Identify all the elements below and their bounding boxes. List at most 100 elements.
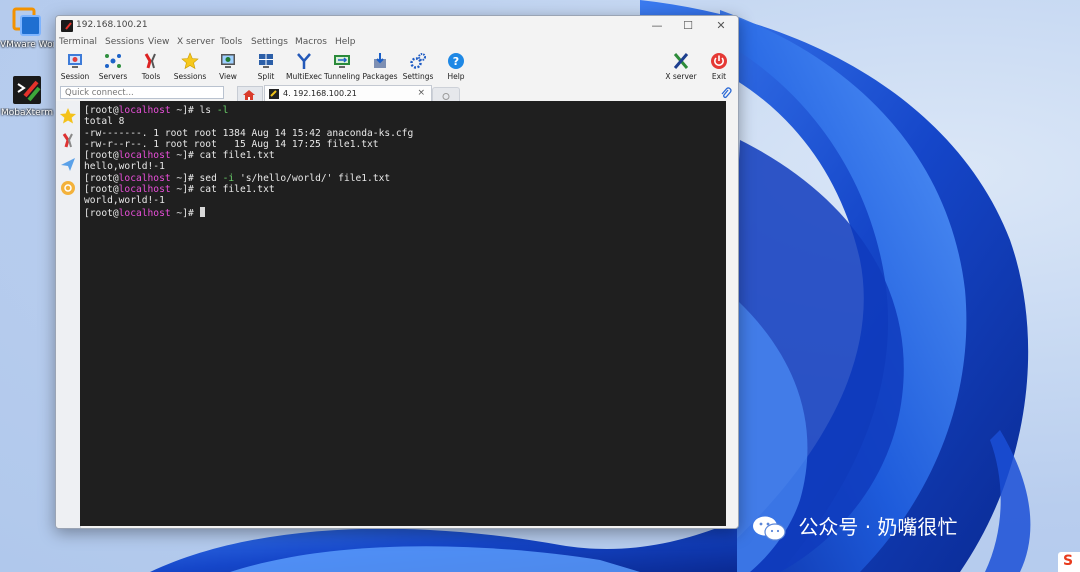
terminal-prompt-line: [root@localhost ~]# cat file1.txt	[84, 150, 726, 161]
desktop-icon-label: VMware Workstati...	[0, 40, 54, 50]
new-tab-button[interactable]	[432, 87, 460, 101]
split-icon	[257, 52, 275, 70]
command-text: cat file1.txt	[199, 150, 275, 162]
tab-close-icon[interactable]: ×	[417, 88, 425, 98]
split-button[interactable]: Split	[246, 52, 286, 81]
toolbar: Session Servers Tools Sessions View Spli…	[56, 52, 738, 84]
help-button[interactable]: ? Help	[436, 52, 476, 81]
tools-button[interactable]: Tools	[131, 52, 171, 81]
terminal-scrollbar[interactable]	[726, 101, 738, 528]
title-bar[interactable]: 192.168.100.21 — ☐ ✕	[56, 16, 738, 36]
tool-label: Tunneling	[324, 72, 360, 81]
command-text: 's/hello/world/' file1.txt	[234, 172, 391, 184]
vmware-icon	[11, 6, 43, 38]
svg-text:?: ?	[453, 55, 459, 68]
tool-label: Sessions	[173, 72, 207, 81]
output-text: -rw-r--r--. 1 root root 15 Aug 14 17:25 …	[84, 138, 379, 150]
output-text: total 8	[84, 116, 125, 128]
tab-bar: Quick connect... 4. 192.168.100.21 ×	[56, 85, 738, 102]
terminal-prompt-line: [root@localhost ~]# cat file1.txt	[84, 184, 726, 195]
servers-button[interactable]: Servers	[93, 52, 133, 81]
multiexec-icon	[295, 52, 313, 70]
tool-label: Servers	[98, 72, 128, 81]
close-button[interactable]: ✕	[706, 18, 736, 34]
tool-label: X server	[665, 72, 697, 81]
ime-badge-label: S	[1063, 553, 1074, 569]
menu-macros[interactable]: Macros	[295, 37, 327, 47]
terminal-tab-icon	[269, 89, 279, 99]
menu-bar: Terminal Sessions View X server Tools Se…	[56, 37, 738, 50]
tunneling-button[interactable]: Tunneling	[322, 52, 362, 81]
servers-icon	[104, 52, 122, 70]
minimize-button[interactable]: —	[642, 18, 672, 34]
prompt-host: localhost	[118, 105, 171, 116]
tool-label: MultiExec	[285, 72, 323, 81]
tool-label: Packages	[362, 72, 398, 81]
sidebar-tools-icon[interactable]	[59, 131, 77, 149]
tool-label: Session	[60, 72, 90, 81]
tools-icon	[142, 52, 160, 70]
desktop-icon-vmware[interactable]: VMware Workstati...	[0, 6, 54, 50]
desktop-icon-label: MobaXterm	[0, 108, 54, 118]
home-tab[interactable]	[237, 86, 263, 101]
command-text: ls	[199, 105, 217, 116]
menu-sessions[interactable]: Sessions	[105, 37, 144, 47]
tool-label: Split	[257, 72, 275, 81]
terminal-output[interactable]: [root@localhost ~]# ls -l total 8 -rw-----…	[80, 101, 726, 526]
watermark-text: 公众号 · 奶嘴很忙	[798, 515, 958, 539]
prompt-host: localhost	[118, 207, 171, 219]
sidebar-sessions-star-icon[interactable]	[59, 107, 77, 125]
x-server-button[interactable]: X server	[661, 52, 701, 81]
view-icon	[219, 52, 237, 70]
tool-label: Help	[447, 72, 465, 81]
multiexec-button[interactable]: MultiExec	[284, 52, 324, 81]
menu-help[interactable]: Help	[335, 37, 356, 47]
menu-terminal[interactable]: Terminal	[59, 37, 97, 47]
session-button[interactable]: Session	[56, 52, 95, 81]
menu-tools[interactable]: Tools	[220, 37, 242, 47]
packages-button[interactable]: Packages	[360, 52, 400, 81]
power-icon	[710, 52, 728, 70]
prompt-host: localhost	[118, 172, 171, 184]
terminal-output-line: world,world!-1	[84, 195, 726, 206]
maximize-button[interactable]: ☐	[673, 18, 703, 34]
menu-x-server[interactable]: X server	[177, 37, 215, 47]
sidebar	[56, 101, 81, 528]
tab-session[interactable]: 4. 192.168.100.21 ×	[264, 85, 432, 102]
quick-connect-input[interactable]: Quick connect...	[60, 86, 224, 99]
terminal-output-line: total 8	[84, 116, 726, 127]
desktop-icon-mobaxterm[interactable]: MobaXterm	[0, 74, 54, 118]
prompt-suffix: ~]#	[170, 105, 200, 116]
help-icon: ?	[447, 52, 465, 70]
output-text: world,world!-1	[84, 195, 165, 207]
menu-view[interactable]: View	[148, 37, 169, 47]
prompt-user: [root@	[84, 105, 119, 116]
session-icon	[66, 52, 84, 70]
prompt-suffix: ~]#	[170, 172, 200, 184]
sidebar-macros-icon[interactable]	[59, 179, 77, 197]
output-text: -rw-------. 1 root root 1384 Aug 14 15:4…	[84, 127, 414, 139]
tunneling-icon	[333, 52, 351, 70]
exit-button[interactable]: Exit	[699, 52, 738, 81]
home-icon	[243, 90, 255, 100]
terminal-output-line: -rw-------. 1 root root 1384 Aug 14 15:4…	[84, 128, 726, 139]
packages-icon	[371, 52, 389, 70]
prompt-suffix: ~]#	[170, 207, 200, 219]
prompt-user: [root@	[84, 207, 119, 219]
view-button[interactable]: View	[208, 52, 248, 81]
prompt-host: localhost	[118, 184, 171, 196]
wechat-watermark: 公众号 · 奶嘴很忙	[752, 512, 957, 542]
prompt-user: [root@	[84, 172, 119, 184]
prompt-user: [root@	[84, 150, 119, 162]
mobaxterm-icon	[11, 74, 43, 106]
tool-label: Settings	[402, 72, 434, 81]
settings-button[interactable]: Settings	[398, 52, 438, 81]
settings-gears-icon	[409, 52, 427, 70]
menu-settings[interactable]: Settings	[251, 37, 288, 47]
attachment-icon[interactable]	[720, 87, 732, 99]
ime-badge[interactable]: S	[1058, 552, 1080, 572]
command-flag: -i	[222, 172, 235, 184]
sessions-button[interactable]: Sessions	[170, 52, 210, 81]
sidebar-send-icon[interactable]	[59, 155, 77, 173]
terminal-prompt-line: [root@localhost ~]# sed -i 's/hello/worl…	[84, 173, 726, 184]
